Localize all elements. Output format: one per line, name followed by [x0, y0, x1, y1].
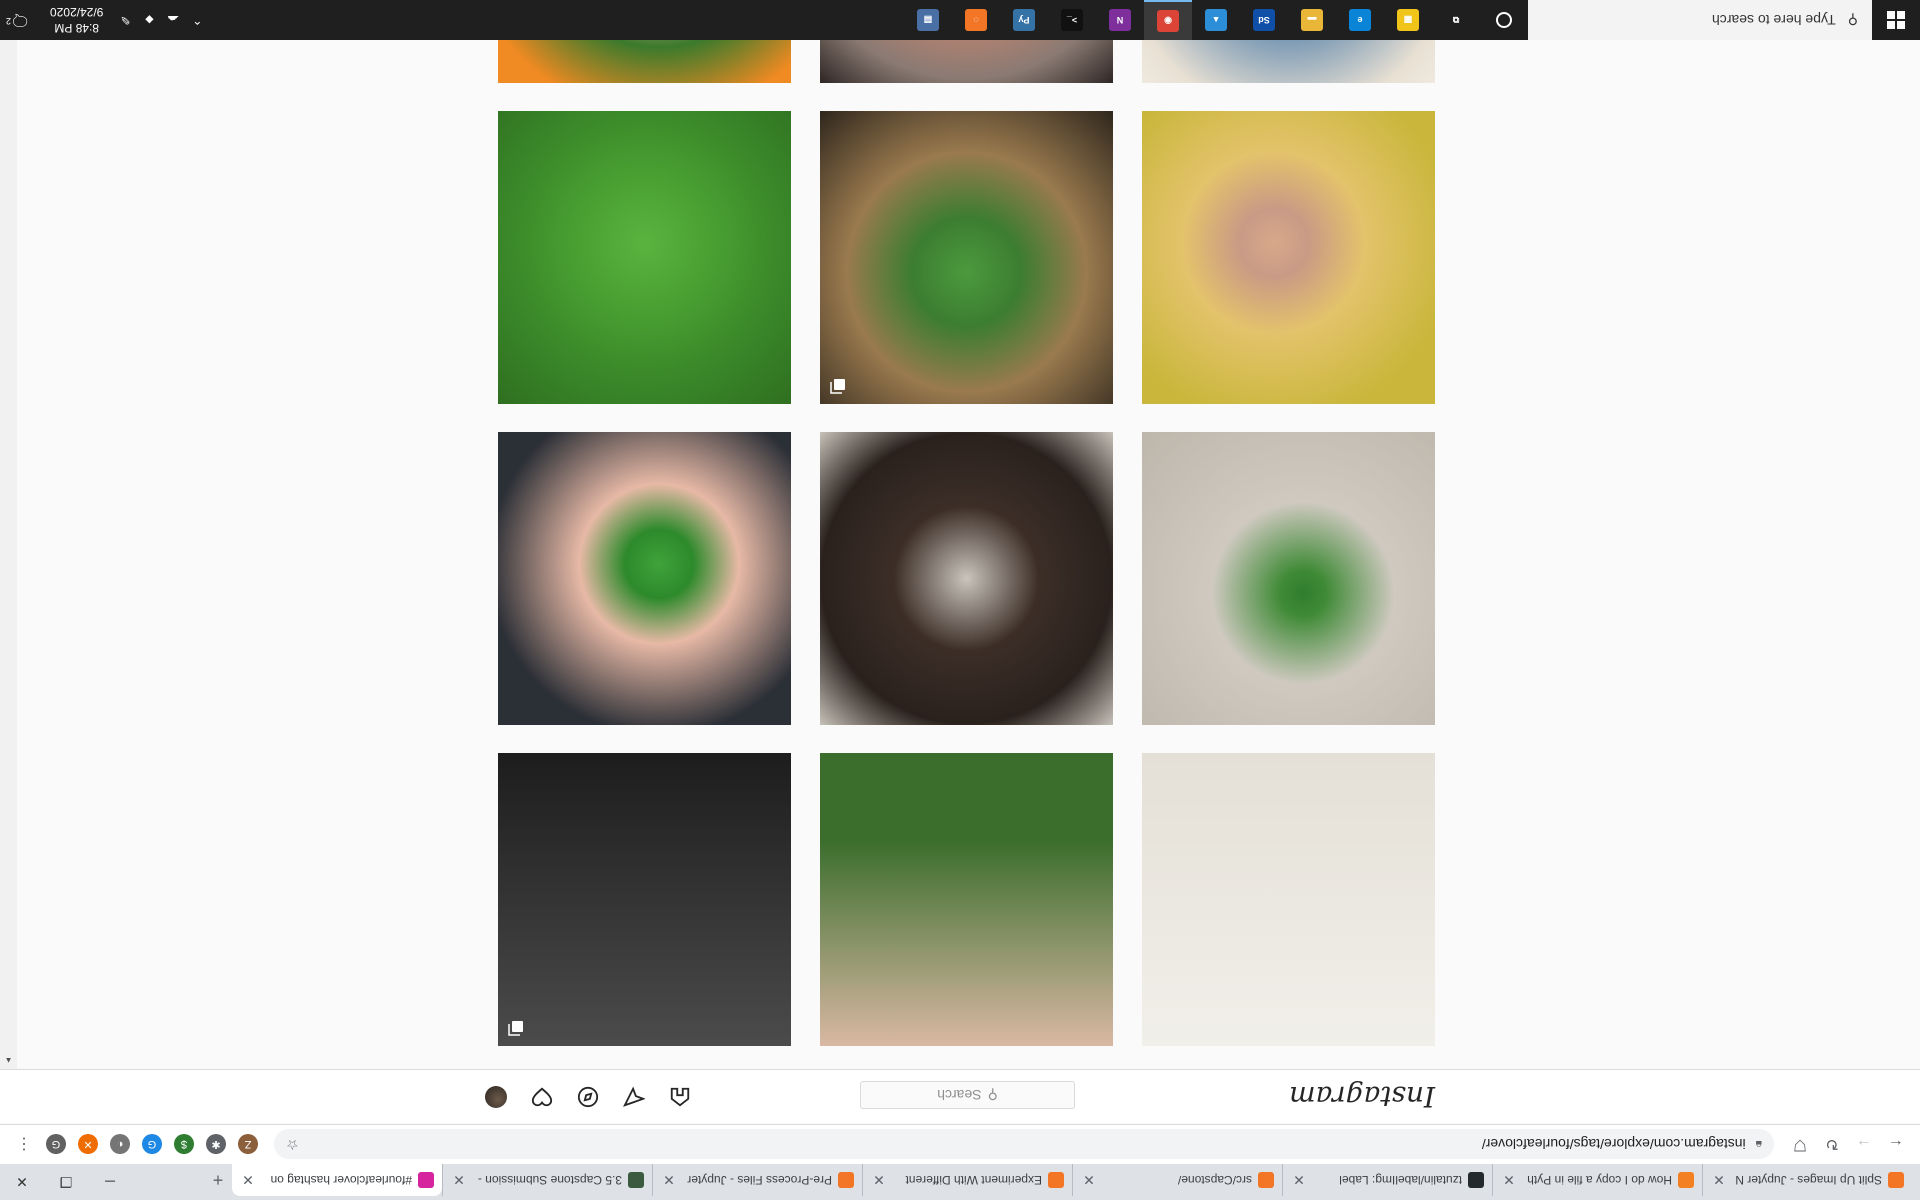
post-thumbnail[interactable] — [498, 111, 791, 404]
app-chrome-icon[interactable]: ◉ — [1144, 0, 1192, 40]
cortana-icon[interactable] — [1480, 0, 1528, 40]
pinned-apps: ⧉ ▦ e ▬ Sd ▲ ◉ N >_ Py ◌ ▤ — [904, 0, 1480, 40]
app-file-explorer-alt-icon[interactable]: ▦ — [1384, 0, 1432, 40]
dropbox-icon[interactable]: ⬥ — [137, 13, 161, 28]
app-photoshop-glyph: Sd — [1253, 9, 1275, 31]
app-onenote-glyph: N — [1109, 9, 1131, 31]
app-calculator-icon[interactable]: ▤ — [904, 0, 952, 40]
app-jupyter-icon[interactable]: ◌ — [952, 0, 1000, 40]
app-photoshop-icon[interactable]: Sd — [1240, 0, 1288, 40]
app-photos-icon[interactable]: ▲ — [1192, 0, 1240, 40]
windows-logo-icon — [1887, 11, 1905, 29]
system-tray: ⌃ ☁ ⬥ ✎ 8:48 PM 9/24/2020 🗨︎ 2 — [0, 0, 209, 40]
post-thumbnail[interactable] — [1142, 111, 1435, 404]
clock-time: 8:48 PM — [54, 21, 100, 35]
notification-count: 2 — [6, 16, 12, 26]
app-chrome-glyph: ◉ — [1157, 10, 1179, 32]
taskbar-search-placeholder: Type here to search — [1711, 12, 1836, 28]
app-python-glyph: Py — [1013, 9, 1035, 31]
app-file-explorer-alt-glyph: ▦ — [1397, 9, 1419, 31]
app-file-explorer-icon[interactable]: ▬ — [1288, 0, 1336, 40]
app-photos-glyph: ▲ — [1205, 9, 1227, 31]
app-edge-icon[interactable]: e — [1336, 0, 1384, 40]
app-python-icon[interactable]: Py — [1000, 0, 1048, 40]
notification-center-icon[interactable]: 🗨︎ 2 — [0, 10, 40, 30]
carousel-icon — [508, 1020, 524, 1036]
chevron-up-icon[interactable]: ⌃ — [185, 13, 209, 27]
clock[interactable]: 8:48 PM 9/24/2020 — [40, 4, 113, 36]
scroll-up-icon[interactable]: ▲ — [0, 1053, 17, 1069]
post-thumbnail[interactable] — [1142, 432, 1435, 725]
post-thumbnail[interactable] — [820, 432, 1113, 725]
post-thumbnail[interactable] — [498, 753, 791, 1046]
post-thumbnail[interactable] — [820, 111, 1113, 404]
task-view-icon[interactable]: ⧉ — [1432, 0, 1480, 40]
app-terminal-icon[interactable]: >_ — [1048, 0, 1096, 40]
windows-taskbar: ⚲ Type here to search ⧉ ▦ e ▬ Sd ▲ ◉ N >_ Py ◌ ▤ ⌃ … — [0, 0, 1920, 40]
start-button[interactable] — [1872, 0, 1920, 40]
app-terminal-glyph: >_ — [1061, 9, 1083, 31]
hashtag-post-grid — [0, 0, 1920, 1200]
carousel-icon — [830, 378, 846, 394]
app-edge-glyph: e — [1349, 9, 1371, 31]
screen: Split Up Images - Jupyter N ✕ How do I cop… — [0, 0, 1920, 1200]
app-onenote-icon[interactable]: N — [1096, 0, 1144, 40]
search-icon: ⚲ — [1847, 12, 1858, 29]
pen-icon[interactable]: ✎ — [113, 13, 137, 27]
clock-date: 9/24/2020 — [50, 5, 104, 19]
post-thumbnail[interactable] — [498, 432, 791, 725]
cloud-icon[interactable]: ☁ — [161, 13, 185, 27]
taskbar-search-box[interactable]: ⚲ Type here to search — [1528, 0, 1872, 40]
vertical-scrollbar[interactable]: ▲ ▼ — [0, 0, 17, 1069]
task-view-glyph: ⧉ — [1445, 9, 1467, 31]
app-jupyter-glyph: ◌ — [965, 9, 987, 31]
post-thumbnail[interactable] — [820, 753, 1113, 1046]
app-calculator-glyph: ▤ — [917, 9, 939, 31]
app-file-explorer-glyph: ▬ — [1301, 9, 1323, 31]
post-thumbnail[interactable] — [1142, 753, 1435, 1046]
